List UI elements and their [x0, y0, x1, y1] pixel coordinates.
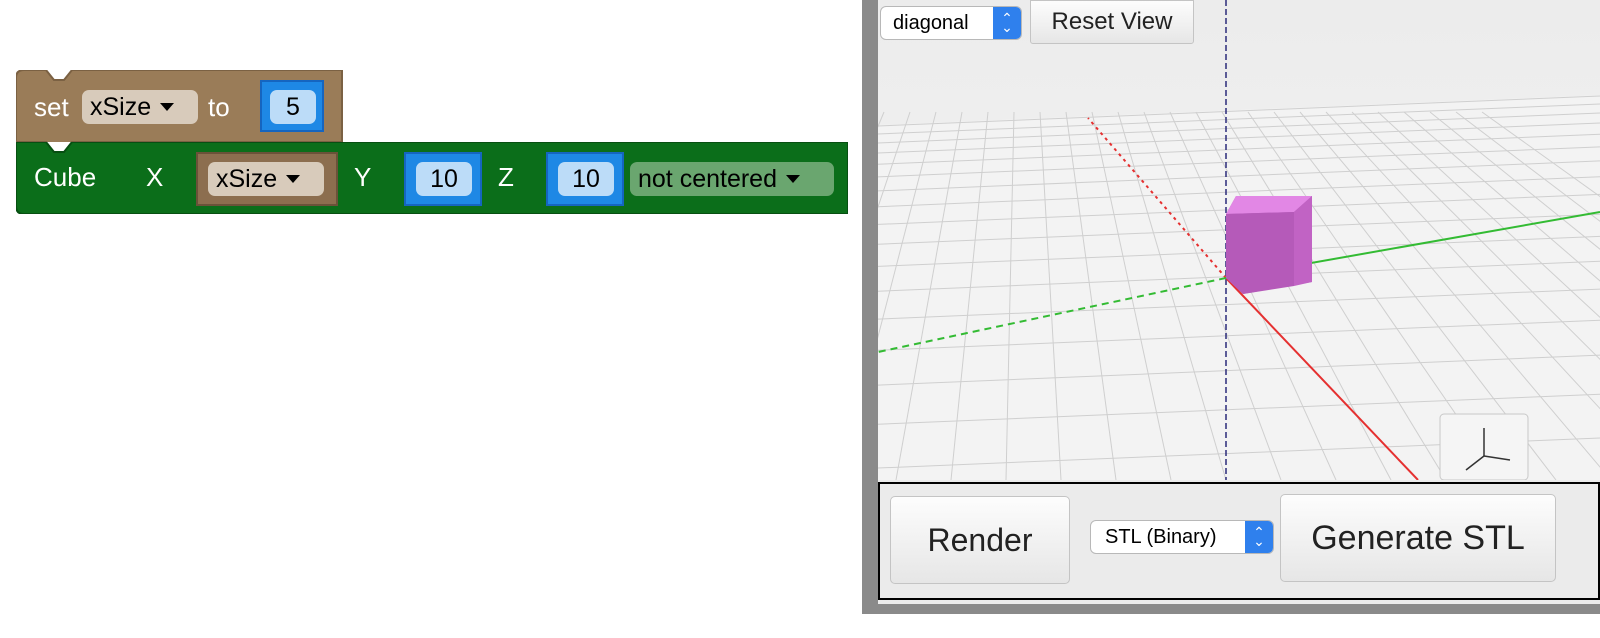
- cube-block[interactable]: Cube X xSize Y 10 Z 10 not centered: [16, 142, 848, 214]
- render-button[interactable]: Render: [890, 496, 1070, 584]
- viewer-panel: diagonal ⌃ ⌄ Reset View Render STL (Binar…: [862, 0, 1600, 614]
- center-dropdown-label: not centered: [638, 164, 777, 193]
- 3d-viewport[interactable]: [878, 0, 1600, 480]
- variable-dropdown[interactable]: xSize: [82, 90, 198, 124]
- cube-object: [1226, 196, 1312, 294]
- reset-view-button[interactable]: Reset View: [1030, 0, 1194, 44]
- y-label: Y: [354, 162, 372, 192]
- blockly-workspace[interactable]: set xSize to 5 Cube X xSize Y 10 Z 10 no…: [0, 0, 862, 638]
- x-label: X: [146, 162, 164, 192]
- y-number-field[interactable]: 10: [416, 162, 472, 196]
- generate-stl-button[interactable]: Generate STL: [1280, 494, 1556, 582]
- select-stepper-icon: ⌃ ⌄: [993, 7, 1021, 39]
- x-variable-dropdown[interactable]: xSize: [208, 162, 324, 196]
- x-variable-dropdown-label: xSize: [216, 164, 278, 193]
- format-select-label: STL (Binary): [1105, 525, 1217, 548]
- number-field[interactable]: 5: [270, 90, 316, 124]
- action-bar: Render STL (Binary) ⌃ ⌄ Generate STL: [878, 482, 1600, 600]
- chevron-down-icon: [286, 175, 301, 183]
- variable-dropdown-label: xSize: [90, 92, 152, 121]
- to-keyword: to: [208, 92, 230, 122]
- view-select-label: diagonal: [893, 11, 969, 34]
- set-keyword: set: [34, 92, 69, 122]
- view-select[interactable]: diagonal ⌃ ⌄: [880, 6, 1022, 40]
- select-stepper-icon: ⌃ ⌄: [1245, 521, 1273, 553]
- cube-label: Cube: [34, 162, 97, 192]
- viewer-frame: diagonal ⌃ ⌄ Reset View Render STL (Binar…: [878, 0, 1600, 604]
- z-label: Z: [498, 162, 514, 192]
- z-number-field[interactable]: 10: [558, 162, 614, 196]
- center-dropdown[interactable]: not centered: [630, 162, 834, 196]
- set-variable-block[interactable]: set xSize to 5: [16, 70, 344, 142]
- chevron-down-icon: [160, 103, 175, 111]
- axes-toggle-button[interactable]: [1439, 413, 1529, 480]
- format-select[interactable]: STL (Binary) ⌃ ⌄: [1090, 520, 1274, 554]
- chevron-down-icon: [786, 175, 800, 183]
